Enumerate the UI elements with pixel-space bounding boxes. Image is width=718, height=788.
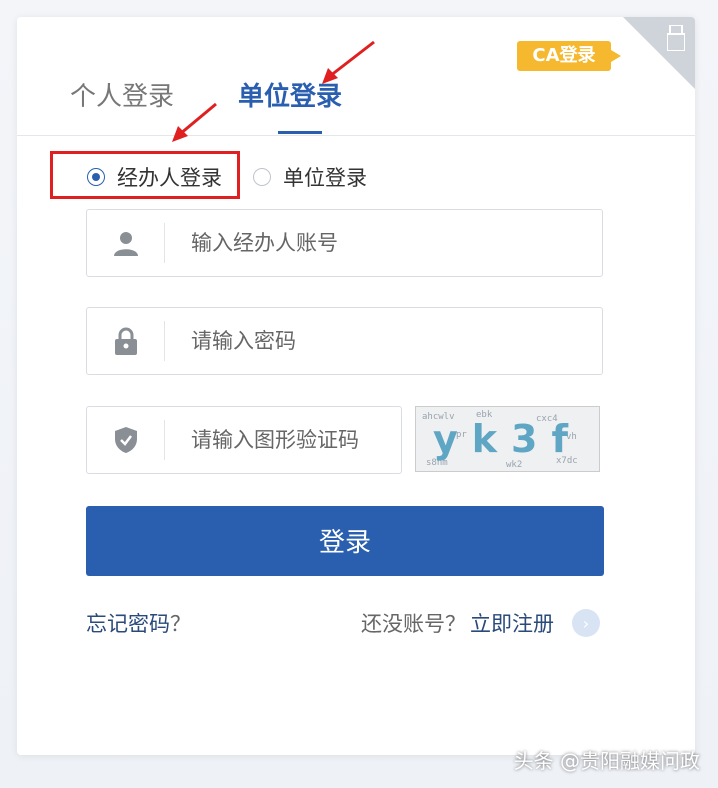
ca-login-badge[interactable]: CA登录 xyxy=(517,41,621,71)
captcha-input[interactable] xyxy=(189,427,393,453)
captcha-image[interactable]: ahcwlv ebk cxc4 s8nm wk2 x7dc pr vh yk3f xyxy=(415,406,600,472)
radio-unchecked-icon xyxy=(253,168,271,186)
radio-agent-label: 经办人登录 xyxy=(117,166,222,190)
captcha-text: yk3f xyxy=(432,417,582,461)
login-tabs: 个人登录 单位登录 xyxy=(17,79,695,136)
register-row: 还没账号？ 立即注册 › xyxy=(361,608,600,638)
login-card: CA登录 个人登录 单位登录 经办人登录 单位登录 输入经办人账号 请输入图形验… xyxy=(17,17,695,755)
radio-unit-login[interactable]: 单位登录 xyxy=(253,165,367,190)
radio-checked-icon xyxy=(87,168,105,186)
register-link[interactable]: 立即注册 xyxy=(470,608,554,638)
lock-icon xyxy=(87,321,165,361)
radio-agent-login[interactable]: 经办人登录 xyxy=(87,165,222,190)
login-page: CA登录 个人登录 单位登录 经办人登录 单位登录 输入经办人账号 请输入图形验… xyxy=(0,0,718,788)
active-tab-indicator xyxy=(278,131,322,134)
forgot-password-label[interactable]: 忘记密码 xyxy=(86,612,170,636)
watermark: 头条 @贵阳融媒问政 xyxy=(513,749,700,773)
chevron-right-icon[interactable]: › xyxy=(572,609,600,637)
forgot-password-suffix: ？ xyxy=(170,612,191,636)
shield-icon xyxy=(87,420,165,460)
no-account-text: 还没账号？ xyxy=(361,612,466,636)
usb-key-icon[interactable] xyxy=(667,25,685,51)
captcha-field xyxy=(86,406,402,474)
radio-unit-label: 单位登录 xyxy=(283,166,367,190)
user-icon xyxy=(87,223,165,263)
password-field xyxy=(86,307,603,375)
login-type-selector: 经办人登录 单位登录 xyxy=(17,151,695,201)
tab-personal-login[interactable]: 个人登录 xyxy=(70,79,174,135)
account-input[interactable] xyxy=(189,230,573,256)
login-button[interactable]: 登录 xyxy=(86,506,604,576)
forgot-password-link[interactable]: 忘记密码？ xyxy=(86,608,191,638)
password-input[interactable] xyxy=(189,328,573,354)
account-field xyxy=(86,209,603,277)
tab-unit-login[interactable]: 单位登录 xyxy=(238,79,342,135)
